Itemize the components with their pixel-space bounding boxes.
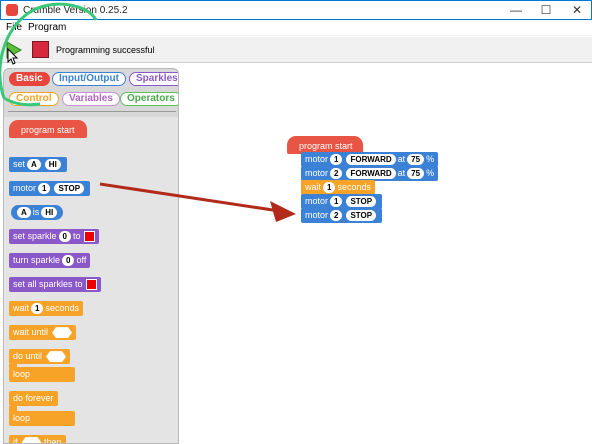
block-label: motor <box>305 168 329 178</box>
value-pill[interactable]: HI <box>41 207 58 219</box>
block-set-all-sparkles[interactable]: set all sparkles to <box>9 277 101 292</box>
block-loop-end: loop <box>9 411 75 426</box>
block-label: do until <box>13 351 43 361</box>
block-label: off <box>76 255 87 265</box>
block-label: at <box>397 154 406 164</box>
block-label: turn sparkle <box>13 255 61 265</box>
status-message: Programming successful <box>56 45 155 55</box>
menu-file[interactable]: File <box>6 22 22 33</box>
script-block-motor-1-forward[interactable]: motor 1 FORWARD at 75% <box>301 152 439 167</box>
block-wait[interactable]: wait 1 seconds <box>9 301 83 316</box>
tab-input-output[interactable]: Input/Output <box>52 72 126 86</box>
motor-number-pill[interactable]: 1 <box>38 183 51 195</box>
motor-state-pill[interactable]: STOP <box>346 210 377 222</box>
value-pill[interactable]: HI <box>44 159 61 171</box>
block-label: wait <box>305 182 322 192</box>
block-label: seconds <box>337 182 371 192</box>
block-label: motor <box>305 210 329 220</box>
script-workspace[interactable] <box>180 63 592 444</box>
seconds-pill[interactable]: 1 <box>31 303 44 315</box>
motor-number-pill[interactable]: 2 <box>330 210 343 222</box>
block-motor[interactable]: motor 1 STOP <box>9 181 91 196</box>
seconds-pill[interactable]: 1 <box>323 182 336 194</box>
block-loop-end: loop <box>9 367 75 382</box>
block-label: at <box>397 168 406 178</box>
menu-bar: File Program <box>0 20 592 36</box>
block-label: to <box>72 231 81 241</box>
block-label: seconds <box>45 303 79 313</box>
tab-variables[interactable]: Variables <box>62 92 120 106</box>
condition-slot[interactable] <box>52 327 73 339</box>
palette-divider <box>8 111 176 112</box>
block-label: motor <box>305 154 329 164</box>
block-if-then[interactable]: if then <box>9 435 66 444</box>
play-triangle-icon[interactable] <box>4 40 24 60</box>
direction-pill[interactable]: FORWARD <box>346 154 396 166</box>
tab-basic[interactable]: Basic <box>9 72 50 86</box>
block-label: set all sparkles to <box>13 279 83 289</box>
motor-number-pill[interactable]: 1 <box>330 154 343 166</box>
block-turn-sparkle-off[interactable]: turn sparkle 0 off <box>9 253 91 268</box>
sparkle-number-pill[interactable]: 0 <box>58 231 71 243</box>
window-title-bar: Crumble Version 0.25.2 — ☐ ✕ <box>0 0 592 20</box>
block-set-sparkle[interactable]: set sparkle 0 to <box>9 229 99 244</box>
block-label: % <box>426 154 435 164</box>
crumble-app-icon <box>6 4 18 16</box>
minimize-button[interactable]: — <box>501 1 531 20</box>
block-label: motor <box>305 196 329 206</box>
block-label: wait until <box>13 327 49 337</box>
tab-sparkles[interactable]: Sparkles <box>129 72 178 86</box>
script-block-motor-2-forward[interactable]: motor 2 FORWARD at 75% <box>301 166 439 181</box>
block-label: motor <box>13 183 37 193</box>
block-label: set sparkle <box>13 231 57 241</box>
condition-slot[interactable] <box>21 437 42 443</box>
motor-state-pill[interactable]: STOP <box>346 196 377 208</box>
var-pill[interactable]: A <box>17 207 31 219</box>
close-button[interactable]: ✕ <box>562 1 592 20</box>
block-label: then <box>44 437 62 444</box>
speed-pill[interactable]: 75 <box>407 168 425 180</box>
block-palette: Basic Input/Output Sparkles Control Vari… <box>3 68 179 444</box>
menu-program[interactable]: Program <box>28 22 66 33</box>
block-do-forever[interactable]: do forever <box>9 391 58 406</box>
toolbar: Programming successful <box>0 37 592 63</box>
block-program-start[interactable]: program start <box>9 120 87 138</box>
script-block-motor-1-stop[interactable]: motor 1 STOP <box>301 194 383 209</box>
condition-slot[interactable] <box>46 351 67 363</box>
block-do-until[interactable]: do until <box>9 349 71 364</box>
speed-pill[interactable]: 75 <box>407 154 425 166</box>
block-label: wait <box>13 303 30 313</box>
block-label: % <box>426 168 435 178</box>
motor-number-pill[interactable]: 1 <box>330 196 343 208</box>
color-swatch[interactable] <box>83 231 95 243</box>
script-block-wait[interactable]: wait 1 seconds <box>301 180 375 195</box>
motor-number-pill[interactable]: 2 <box>330 168 343 180</box>
stop-square-icon[interactable] <box>32 41 49 58</box>
block-label: set <box>13 159 26 169</box>
window-title: Crumble Version 0.25.2 <box>23 5 128 16</box>
block-set-variable[interactable]: set A HI <box>9 157 67 172</box>
motor-state-pill[interactable]: STOP <box>54 183 85 195</box>
block-wait-until[interactable]: wait until <box>9 325 77 340</box>
tab-control[interactable]: Control <box>9 92 59 106</box>
block-variable-is[interactable]: Ais HI <box>11 205 64 220</box>
block-label: is <box>32 207 40 217</box>
sparkle-number-pill[interactable]: 0 <box>62 255 75 267</box>
color-swatch[interactable] <box>85 279 97 291</box>
palette-block-list: program start set A HI motor 1 STOP Ais HI se… <box>4 117 178 444</box>
maximize-button[interactable]: ☐ <box>531 1 561 20</box>
direction-pill[interactable]: FORWARD <box>346 168 396 180</box>
tab-operators[interactable]: Operators <box>120 92 178 106</box>
script-block-motor-2-stop[interactable]: motor 2 STOP <box>301 208 383 223</box>
block-label: if <box>13 437 18 444</box>
var-pill[interactable]: A <box>27 159 41 171</box>
